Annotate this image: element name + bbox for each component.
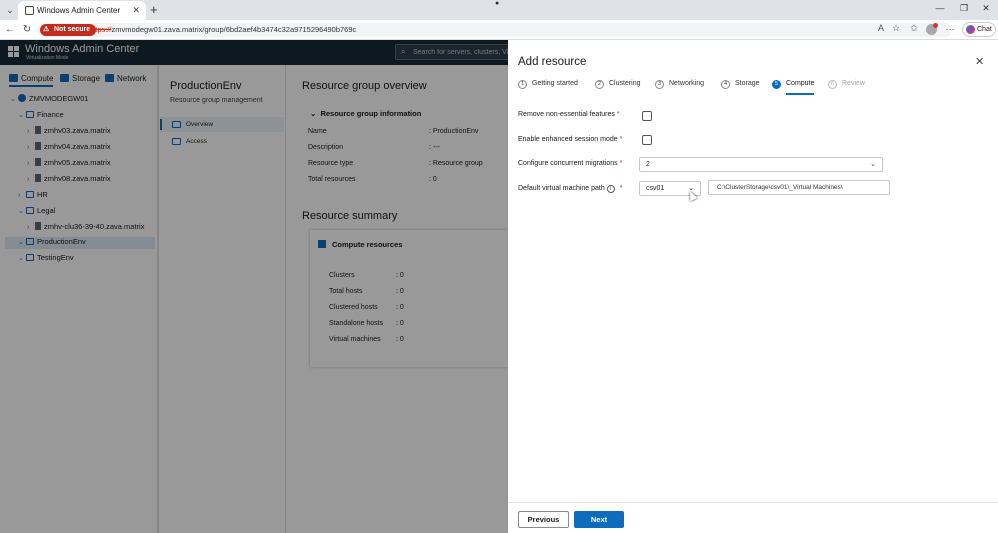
browser-tab-title: Windows Admin Center <box>37 6 121 15</box>
chevron-down-icon: ⌄ <box>870 161 876 168</box>
remove-features-checkbox[interactable] <box>642 111 652 121</box>
back-arrow-icon[interactable]: ← <box>4 24 16 35</box>
session-mode-checkbox[interactable] <box>642 135 652 145</box>
session-mode-label: Enable enhanced session mode * <box>518 136 622 143</box>
refresh-icon[interactable]: ↻ <box>21 24 33 35</box>
step-label: Storage <box>735 80 760 87</box>
browser-tab[interactable]: Windows Admin Center ✕ <box>18 1 146 20</box>
more-menu-icon[interactable]: ⋯ <box>944 24 956 35</box>
window-close-icon[interactable]: ✕ <box>976 3 996 14</box>
window-drag-dot-icon: ● <box>495 0 500 7</box>
address-bar: ← ↻ ⚠ Not secure https://zmvmodegw01.zav… <box>0 20 998 40</box>
panel-title: Add resource <box>518 56 587 68</box>
favorites-icon[interactable]: ✩ <box>908 23 920 34</box>
maximize-icon[interactable]: ❐ <box>954 3 974 14</box>
browser-tab-bar: ⌄ Windows Admin Center ✕ + ● — ❐ ✕ <box>0 0 998 20</box>
chat-label: Chat <box>977 26 992 33</box>
step-getting-started[interactable]: 1 Getting started <box>518 80 578 89</box>
warning-icon: ⚠ <box>43 26 50 33</box>
footer-divider <box>508 502 998 503</box>
copilot-chat-button[interactable]: Chat <box>962 22 996 37</box>
modal-overlay[interactable] <box>0 40 508 533</box>
url-scheme: https:// <box>89 25 112 34</box>
required-mark: * <box>619 136 623 143</box>
vm-path-field[interactable]: C:\ClusterStorage\csv01\_Virtual Machine… <box>708 180 890 195</box>
not-secure-label: Not secure <box>54 26 91 33</box>
step-storage[interactable]: 4 Storage <box>721 80 760 89</box>
read-aloud-icon[interactable]: A <box>875 23 887 33</box>
info-icon[interactable]: i <box>606 185 615 193</box>
step-label: Getting started <box>532 80 578 87</box>
url-field[interactable]: ⚠ Not secure https://zmvmodegw01.zava.ma… <box>37 23 952 37</box>
not-secure-badge[interactable]: ⚠ Not secure <box>40 24 97 36</box>
step-label: Clustering <box>609 80 641 87</box>
step-compute[interactable]: 5 Compute <box>772 80 815 95</box>
step-networking[interactable]: 3 Networking <box>655 80 704 89</box>
field-label-text: Default virtual machine path <box>518 185 605 192</box>
vm-path-label: Default virtual machine path i * <box>518 185 623 193</box>
step-number: 3 <box>655 80 664 89</box>
step-number: 4 <box>721 80 730 89</box>
close-icon[interactable]: ✕ <box>975 55 984 68</box>
add-resource-panel: Add resource ✕ 1 Getting started 2 Cluster… <box>508 40 998 533</box>
step-clustering[interactable]: 2 Clustering <box>595 80 641 89</box>
step-label: Review <box>842 80 865 87</box>
url-text: https://zmvmodegw01.zava.matrix/group/6b… <box>89 25 356 34</box>
required-mark: * <box>619 185 623 192</box>
next-button[interactable]: Next <box>574 511 624 528</box>
app-favicon-icon <box>25 6 34 15</box>
required-mark: * <box>616 111 620 118</box>
step-number: 2 <box>595 80 604 89</box>
migrations-value: 2 <box>646 161 650 168</box>
field-label-text: Configure concurrent migrations <box>518 160 618 167</box>
migrations-dropdown[interactable]: 2 ⌄ <box>639 157 883 172</box>
wizard-steps: 1 Getting started 2 Clustering 3 Networking… <box>518 80 988 95</box>
field-label-text: Enable enhanced session mode <box>518 136 618 143</box>
copilot-logo-icon <box>966 25 975 34</box>
migrations-label: Configure concurrent migrations * <box>518 160 622 167</box>
tab-list-chevron-icon[interactable]: ⌄ <box>4 4 16 16</box>
step-label: Networking <box>669 80 705 87</box>
field-label-text: Remove non-essential features <box>518 111 615 118</box>
previous-button[interactable]: Previous <box>518 511 569 528</box>
new-tab-plus-icon[interactable]: + <box>150 2 158 17</box>
url-path: zmvmodegw01.zava.matrix/group/6bd2aef4b3… <box>111 25 357 34</box>
step-label: Compute <box>786 80 815 87</box>
tab-close-icon[interactable]: ✕ <box>132 5 140 16</box>
notification-dot-icon <box>933 23 938 28</box>
remove-features-label: Remove non-essential features * <box>518 111 620 118</box>
step-number: 5 <box>772 80 781 89</box>
required-mark: * <box>619 160 623 167</box>
vm-path-volume-value: csv01 <box>646 185 665 192</box>
step-review: 6 Review <box>828 80 865 89</box>
step-number: 1 <box>518 80 527 89</box>
favorite-star-icon[interactable]: ☆ <box>890 23 902 34</box>
step-number: 6 <box>828 80 837 89</box>
minimize-icon[interactable]: — <box>930 3 950 13</box>
